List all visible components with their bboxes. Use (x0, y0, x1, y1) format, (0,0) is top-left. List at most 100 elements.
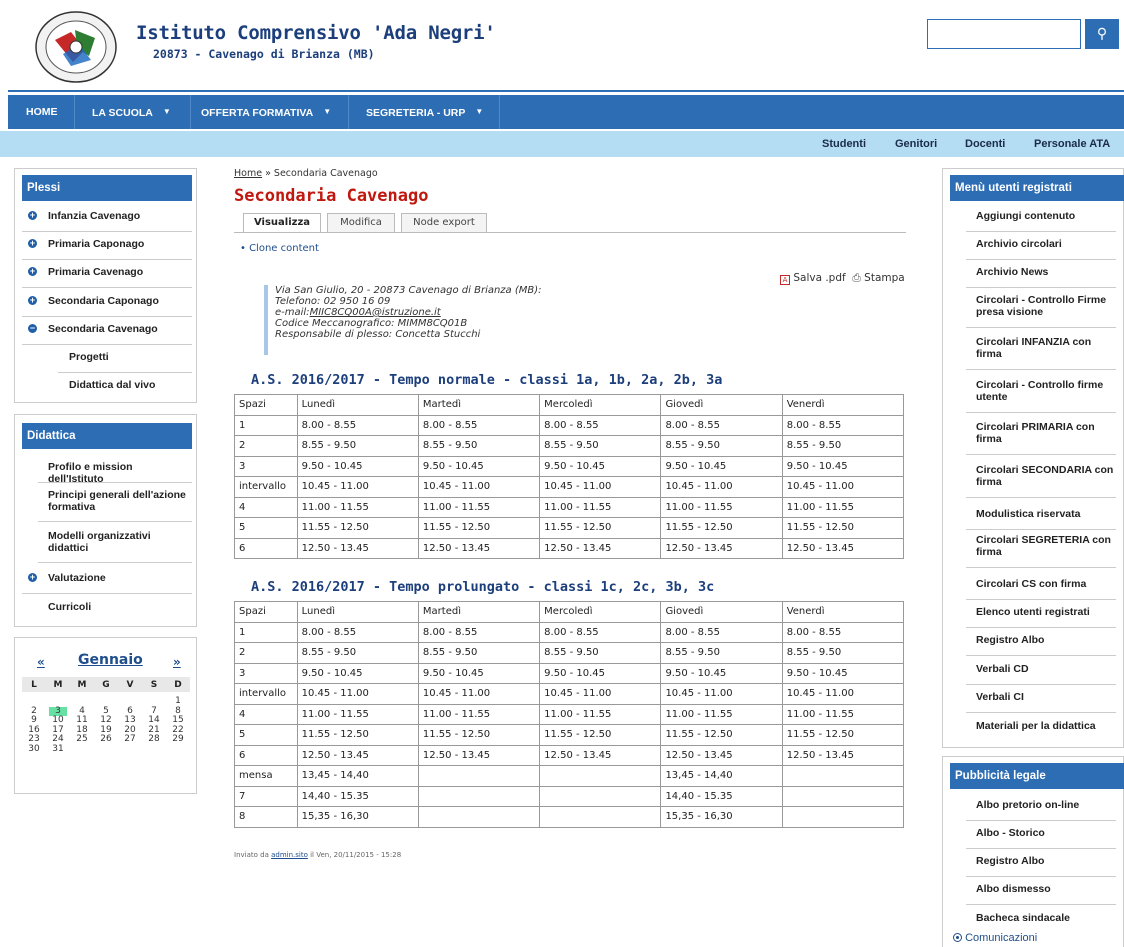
column-header: Spazi (234, 394, 298, 416)
column-header: Martedì (417, 601, 541, 623)
menu-item[interactable]: Bacheca sindacale (976, 912, 1118, 924)
table-cell: 8.55 - 9.50 (539, 435, 662, 457)
calendar-day[interactable]: 30 (22, 744, 46, 754)
menu-item[interactable]: + Valutazione (28, 572, 186, 584)
calendar-day[interactable]: 31 (46, 744, 70, 754)
table-cell: 5 (234, 724, 298, 746)
nav-offerta-formativa[interactable]: OFFERTA FORMATIVA ▼ (201, 95, 331, 129)
menu-item[interactable]: Albo pretorio on-line (976, 799, 1118, 811)
print-link[interactable]: Stampa (864, 272, 905, 284)
menu-item[interactable]: Curricoli (48, 601, 186, 613)
plessi-title: Plessi (22, 175, 192, 201)
author-link[interactable]: admin.sito (271, 851, 308, 859)
comunicazioni-link[interactable]: Comunicazioni (953, 932, 1037, 944)
menu-item[interactable]: Circolari - Controllo Firme presa vision… (976, 294, 1118, 318)
calendar-day[interactable]: 29 (166, 735, 190, 744)
calendar-day[interactable]: 25 (70, 735, 94, 744)
table-cell: 11.00 - 11.55 (781, 703, 905, 725)
clone-content-link[interactable]: • Clone content (240, 243, 319, 254)
calendar-day[interactable]: 13 (118, 716, 142, 725)
menu-item[interactable]: − Secondaria Cavenago (28, 323, 186, 335)
calendar-day[interactable]: 9 (22, 716, 46, 725)
menu-divider (966, 287, 1116, 288)
menu-item[interactable]: Albo dismesso (976, 883, 1118, 895)
menu-item[interactable]: Materiali per la didattica (976, 720, 1118, 732)
calendar-day[interactable]: 15 (166, 716, 190, 725)
site-title[interactable]: Istituto Comprensivo 'Ada Negri' (136, 22, 496, 44)
column-header: Giovedì (660, 394, 783, 416)
audience-bar (0, 131, 1124, 157)
save-pdf-link[interactable]: Salva .pdf (793, 272, 845, 284)
menu-item[interactable]: Principi generali dell'azione formativa (48, 489, 186, 513)
subnav-studenti[interactable]: Studenti (822, 131, 866, 157)
subnav-genitori[interactable]: Genitori (895, 131, 937, 157)
menu-item[interactable]: Verbali CI (976, 691, 1118, 703)
column-header: Mercoledì (539, 601, 662, 623)
expand-plus-icon[interactable]: + (28, 211, 37, 220)
calendar-prev-link[interactable]: « (37, 655, 45, 669)
expand-plus-icon[interactable]: + (28, 239, 37, 248)
breadcrumb-home-link[interactable]: Home (234, 168, 262, 179)
search-button[interactable]: ⚲ (1085, 19, 1119, 49)
nav-la-scuola[interactable]: LA SCUOLA ▼ (92, 95, 171, 129)
calendar-next-link[interactable]: » (173, 655, 181, 669)
expand-plus-icon[interactable]: + (28, 573, 37, 582)
menu-item[interactable]: Verbali CD (976, 663, 1118, 675)
menu-item-label: Elenco utenti registrati (976, 606, 1090, 618)
table-cell (417, 785, 541, 807)
collapse-minus-icon[interactable]: − (28, 324, 37, 333)
search-input[interactable] (927, 19, 1081, 49)
tab-visualizza[interactable]: Visualizza (243, 213, 321, 233)
menu-item[interactable]: Circolari PRIMARIA con firma (976, 421, 1118, 445)
calendar-day[interactable]: 26 (94, 735, 118, 744)
calendar-day[interactable]: 28 (142, 735, 166, 744)
subnav-personale-ata[interactable]: Personale ATA (1034, 131, 1110, 157)
calendar-day[interactable]: 11 (70, 716, 94, 725)
menu-item[interactable]: Progetti (69, 351, 186, 363)
menu-item[interactable]: Aggiungi contenuto (976, 210, 1118, 222)
table-row: 8 15,35 - 16,30 15,35 - 16,30 (234, 806, 905, 828)
menu-item[interactable]: Circolari INFANZIA con firma (976, 336, 1118, 360)
calendar-day[interactable]: 14 (142, 716, 166, 725)
nav-home[interactable]: HOME (26, 95, 58, 129)
menu-item[interactable]: Registro Albo (976, 634, 1118, 646)
email-link[interactable]: MIIC8CQ00A@istruzione.it (310, 307, 441, 318)
calendar-day[interactable]: 1 (166, 697, 190, 706)
calendar-day[interactable]: 27 (118, 735, 142, 744)
menu-item[interactable]: + Primaria Caponago (28, 238, 186, 250)
table-cell: 12.50 - 13.45 (296, 744, 419, 766)
menu-item[interactable]: Circolari SECONDARIA con firma (976, 464, 1118, 488)
table-cell: 11.00 - 11.55 (417, 703, 541, 725)
subnav-docenti[interactable]: Docenti (965, 131, 1005, 157)
menu-item[interactable]: + Infanzia Cavenago (28, 210, 186, 222)
school-logo-icon[interactable] (33, 10, 119, 84)
menu-item[interactable]: Circolari CS con firma (976, 578, 1118, 590)
menu-item[interactable]: Archivio News (976, 266, 1118, 278)
menu-item[interactable]: Registro Albo (976, 855, 1118, 867)
menu-item[interactable]: Circolari SEGRETERIA con firma (976, 534, 1118, 558)
menu-item[interactable]: Modulistica riservata (976, 508, 1118, 520)
tab-node-export[interactable]: Node export (401, 213, 487, 232)
calendar-day[interactable]: 12 (94, 716, 118, 725)
calendar-day[interactable]: 10 (46, 716, 70, 725)
menu-item[interactable]: Elenco utenti registrati (976, 606, 1118, 618)
table-cell: 9.50 - 10.45 (781, 455, 905, 477)
table-row: 4 11.00 - 11.55 11.00 - 11.55 11.00 - 11.55… (234, 703, 905, 725)
expand-plus-icon[interactable]: + (28, 267, 37, 276)
menu-item[interactable]: Circolari - Controllo firme utente (976, 379, 1118, 403)
calendar-day[interactable]: 23 (22, 735, 46, 744)
menu-item[interactable]: + Primaria Cavenago (28, 266, 186, 278)
menu-item[interactable]: Modelli organizzativi didattici (48, 530, 186, 554)
nav-segreteria[interactable]: SEGRETERIA - URP ▼ (366, 95, 483, 129)
menu-item[interactable]: + Secondaria Caponago (28, 295, 186, 307)
calendar-day[interactable]: 24 (46, 735, 70, 744)
expand-plus-icon[interactable]: + (28, 296, 37, 305)
menu-item[interactable]: Didattica dal vivo (69, 379, 186, 391)
legal-title: Pubblicità legale (950, 763, 1124, 789)
calendar-month[interactable]: Gennaio (78, 652, 143, 668)
menu-item-label: Circolari SEGRETERIA con firma (976, 534, 1111, 558)
menu-item[interactable]: Archivio circolari (976, 238, 1118, 250)
menu-divider (966, 231, 1116, 232)
menu-item[interactable]: Albo - Storico (976, 827, 1118, 839)
tab-modifica[interactable]: Modifica (327, 213, 395, 232)
